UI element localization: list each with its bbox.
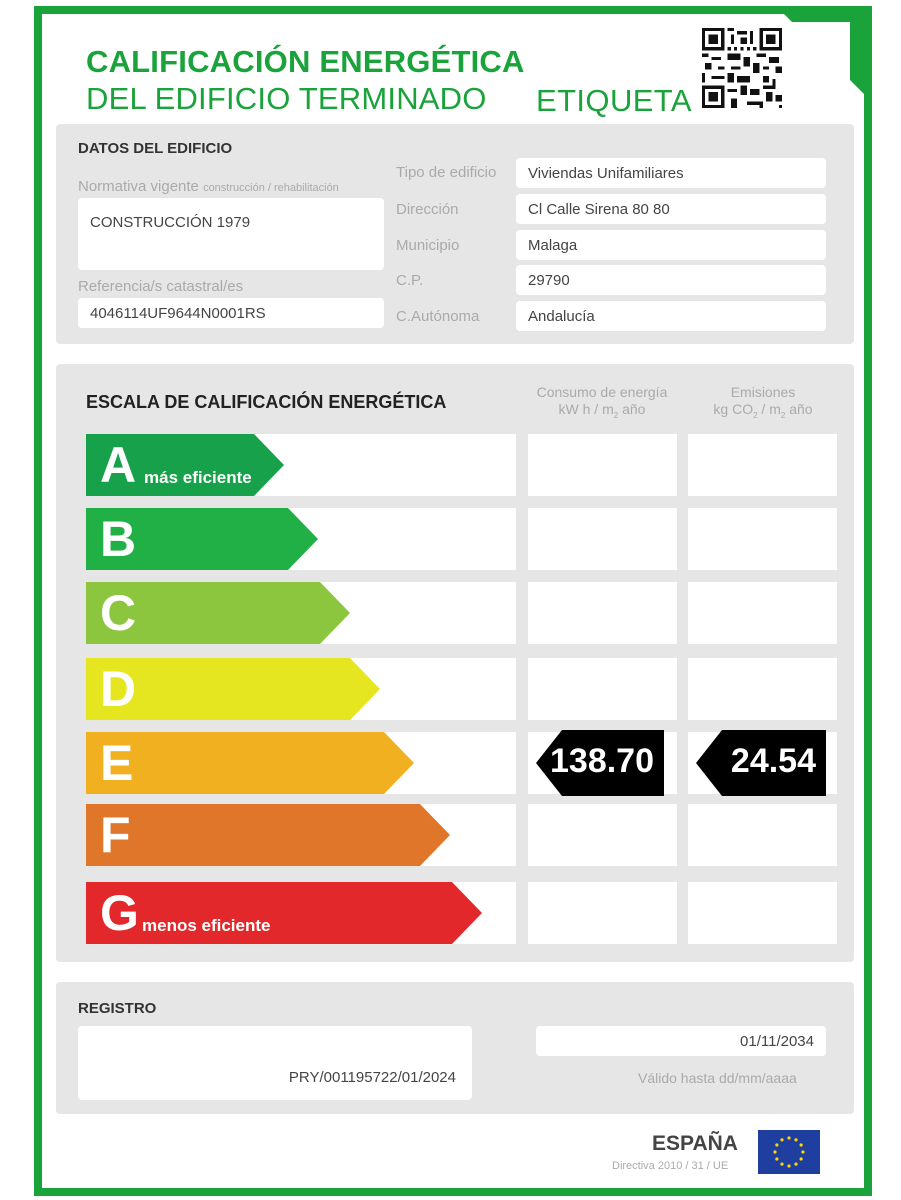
emisiones-column-head: Emisiones kg CO2 / m2 año bbox=[713, 384, 813, 420]
class-letter: D bbox=[100, 661, 137, 717]
eu-star bbox=[780, 1138, 784, 1142]
registro-panel: REGISTRO PRY/001195722/01/2024 01/11/203… bbox=[56, 982, 854, 1114]
class-letter: E bbox=[100, 735, 134, 791]
consumo-column-head: Consumo de energía kW h / m2 año bbox=[536, 384, 668, 420]
eu-star bbox=[787, 1164, 791, 1168]
field-value-autonoma: Andalucía bbox=[516, 301, 826, 331]
field-value-cp: 29790 bbox=[516, 265, 826, 295]
class-bar-a: Amás eficiente bbox=[86, 434, 284, 496]
consumo-value: 138.70 bbox=[550, 742, 654, 780]
eu-star bbox=[801, 1150, 805, 1154]
building-data-heading: DATOS DEL EDIFICIO bbox=[78, 140, 233, 157]
field-label-cp: C.P. bbox=[396, 272, 424, 289]
valid-date-field: 01/11/2034 bbox=[536, 1026, 826, 1056]
consumo-cell bbox=[528, 882, 677, 944]
building-data-panel: DATOS DEL EDIFICIO Normativa vigente con… bbox=[56, 124, 854, 344]
emisiones-cell bbox=[688, 582, 837, 644]
class-label: más eficiente bbox=[144, 468, 252, 487]
eu-star bbox=[787, 1136, 791, 1140]
consumo-cell bbox=[528, 434, 677, 496]
field-value-municipio: Malaga bbox=[516, 230, 826, 260]
consumo-cell bbox=[528, 582, 677, 644]
class-letter: G bbox=[100, 885, 139, 941]
consumo-cell bbox=[528, 508, 677, 570]
field-value-direccion: Cl Calle Sirena 80 80 bbox=[516, 194, 826, 224]
scale-heading: ESCALA DE CALIFICACIÓN ENERGÉTICA bbox=[86, 392, 447, 412]
registro-heading: REGISTRO bbox=[78, 1000, 157, 1017]
field-value-tipo: Viviendas Unifamiliares bbox=[516, 158, 826, 188]
class-bar-c: C bbox=[86, 582, 350, 644]
class-bar-b: B bbox=[86, 508, 318, 570]
field-label-autonoma: C.Autónoma bbox=[396, 308, 480, 325]
class-bar-g: Gmenos eficiente bbox=[86, 882, 482, 944]
class-bar-d: D bbox=[86, 658, 380, 720]
eu-star bbox=[794, 1138, 798, 1142]
title-label: ETIQUETA bbox=[536, 83, 692, 118]
registro-number-field: PRY/001195722/01/2024 bbox=[78, 1026, 472, 1100]
field-label-tipo: Tipo de edificio bbox=[396, 164, 497, 181]
referencia-field: 4046114UF9644N0001RS bbox=[78, 298, 384, 328]
emisiones-cell bbox=[688, 508, 837, 570]
class-letter: F bbox=[100, 807, 131, 863]
class-label: menos eficiente bbox=[142, 916, 271, 935]
eu-star bbox=[775, 1157, 779, 1161]
eu-star bbox=[799, 1157, 803, 1161]
emisiones-cell bbox=[688, 804, 837, 866]
eu-star bbox=[773, 1150, 777, 1154]
title-line1: CALIFICACIÓN ENERGÉTICA bbox=[86, 44, 525, 79]
class-bar-f: F bbox=[86, 804, 450, 866]
class-bar-e: E bbox=[86, 732, 414, 794]
directive-label: Directiva 2010 / 31 / UE bbox=[612, 1160, 729, 1172]
valid-date: 01/11/2034 bbox=[740, 1032, 814, 1050]
eu-star bbox=[780, 1162, 784, 1166]
emisiones-cell bbox=[688, 882, 837, 944]
eu-star bbox=[794, 1162, 798, 1166]
field-label-municipio: Municipio bbox=[396, 237, 460, 254]
corner-triangle-inner bbox=[780, 22, 850, 92]
emisiones-value: 24.54 bbox=[730, 742, 816, 780]
class-letter: B bbox=[100, 511, 137, 567]
consumo-cell bbox=[528, 804, 677, 866]
emisiones-cell bbox=[688, 658, 837, 720]
qr-code-icon bbox=[702, 28, 782, 108]
normativa-sublabel: construcción / rehabilitación bbox=[203, 182, 339, 194]
referencia-label: Referencia/s catastral/es bbox=[78, 278, 244, 295]
class-letter: C bbox=[100, 585, 137, 641]
label-frame: CALIFICACIÓN ENERGÉTICA DEL EDIFICIO TER… bbox=[34, 6, 872, 1196]
class-letter: A bbox=[100, 437, 137, 493]
consumo-value-arrow: 138.70 bbox=[536, 730, 664, 796]
registro-number: PRY/001195722/01/2024 bbox=[288, 1069, 456, 1086]
eu-star bbox=[799, 1143, 803, 1147]
field-label-direccion: Dirección bbox=[396, 201, 459, 218]
emisiones-value-arrow: 24.54 bbox=[696, 730, 826, 796]
normativa-field: CONSTRUCCIÓN 1979 bbox=[78, 198, 384, 270]
eu-star bbox=[775, 1143, 779, 1147]
title-line2: DEL EDIFICIO TERMINADO bbox=[86, 81, 487, 116]
valid-label: Válido hasta dd/mm/aaaa bbox=[638, 1070, 797, 1086]
emisiones-cell bbox=[688, 434, 837, 496]
eu-flag-icon bbox=[758, 1130, 820, 1174]
consumo-cell bbox=[528, 658, 677, 720]
country-label: ESPAÑA bbox=[652, 1132, 738, 1155]
normativa-label: Normativa vigente construcción / rehabil… bbox=[78, 178, 339, 195]
